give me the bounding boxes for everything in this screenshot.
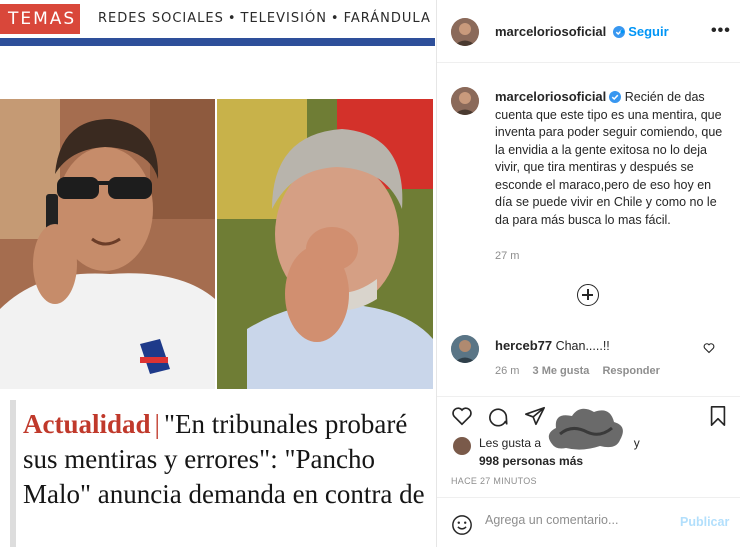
- save-bookmark-icon[interactable]: [707, 405, 729, 427]
- article-photo-left: [0, 99, 215, 389]
- likes-prefix: Les gusta a: [479, 436, 542, 450]
- comment-like-heart-icon[interactable]: [703, 342, 715, 354]
- comment-input[interactable]: [485, 513, 675, 527]
- username-text: marceloriosoficial: [495, 24, 607, 39]
- topic-separator: •: [330, 11, 340, 26]
- likes-suffix: y: [633, 436, 640, 450]
- comment-bubble-icon[interactable]: [487, 405, 509, 427]
- action-divider: [437, 396, 740, 397]
- reply-button[interactable]: Responder: [602, 365, 659, 377]
- article-topbar: TEMAS REDES SOCIALES • TELEVISIÓN • FARÁNDUL…: [0, 0, 435, 40]
- avatar[interactable]: [451, 335, 479, 363]
- likes-count[interactable]: 998 personas más: [479, 454, 583, 468]
- follow-button[interactable]: • Seguir: [620, 24, 669, 39]
- comment-timestamp: 26 m: [495, 365, 520, 377]
- follow-separator: •: [620, 24, 625, 39]
- comment-likes[interactable]: 3 Me gusta: [533, 365, 590, 377]
- avatar[interactable]: [451, 18, 479, 46]
- comment-body: Chan.....!!: [555, 339, 610, 353]
- post-username[interactable]: marceloriosoficial: [495, 24, 625, 39]
- topic-television[interactable]: TELEVISIÓN: [241, 11, 327, 26]
- emoji-smile-icon[interactable]: [451, 514, 473, 536]
- caption-username[interactable]: marceloriosoficial: [495, 89, 622, 104]
- topic-redes-sociales[interactable]: REDES SOCIALES: [98, 11, 224, 26]
- caption-text: marceloriosoficial Recién de das cuenta …: [495, 88, 727, 229]
- caption-body: Recién de das cuenta que este tipo es un…: [495, 90, 723, 227]
- caption-timestamp: 27 m: [495, 250, 520, 262]
- topic-list: REDES SOCIALES • TELEVISIÓN • FARÁNDULA: [98, 11, 431, 26]
- avatar[interactable]: [451, 87, 479, 115]
- header-rule: [0, 38, 435, 46]
- section-label[interactable]: Actualidad: [23, 409, 151, 439]
- headline-accent-bar: [10, 400, 16, 547]
- verified-badge-icon: [609, 91, 622, 103]
- post-timestamp: HACE 27 MINUTOS: [451, 476, 537, 486]
- comment-meta: 26 m 3 Me gusta Responder: [495, 365, 670, 377]
- article-photo-right: [217, 99, 433, 389]
- article-screenshot: TEMAS REDES SOCIALES • TELEVISIÓN • FARÁNDUL…: [0, 0, 435, 547]
- load-more-comments-icon[interactable]: [577, 284, 599, 306]
- comment-text: herceb77 Chan.....!!: [495, 338, 610, 353]
- liker-avatar[interactable]: [453, 437, 471, 455]
- publish-button[interactable]: Publicar: [680, 515, 729, 529]
- more-options-icon[interactable]: •••: [711, 22, 731, 40]
- comment-username[interactable]: herceb77: [495, 338, 552, 353]
- topic-farandula[interactable]: FARÁNDULA: [344, 11, 431, 26]
- section-divider: |: [154, 409, 160, 439]
- topic-separator: •: [227, 11, 237, 26]
- likes-summary: Les gusta a y: [479, 436, 640, 450]
- temas-label: TEMAS: [0, 4, 80, 34]
- follow-label: Seguir: [628, 24, 669, 39]
- username-text: marceloriosoficial: [495, 89, 607, 104]
- post-header: marceloriosoficial • Seguir •••: [437, 0, 740, 63]
- article-headline[interactable]: Actualidad | "En tribunales probaré sus me…: [23, 407, 428, 512]
- like-heart-icon[interactable]: [451, 405, 473, 427]
- instagram-post-panel: marceloriosoficial • Seguir ••• marcelor…: [436, 0, 740, 547]
